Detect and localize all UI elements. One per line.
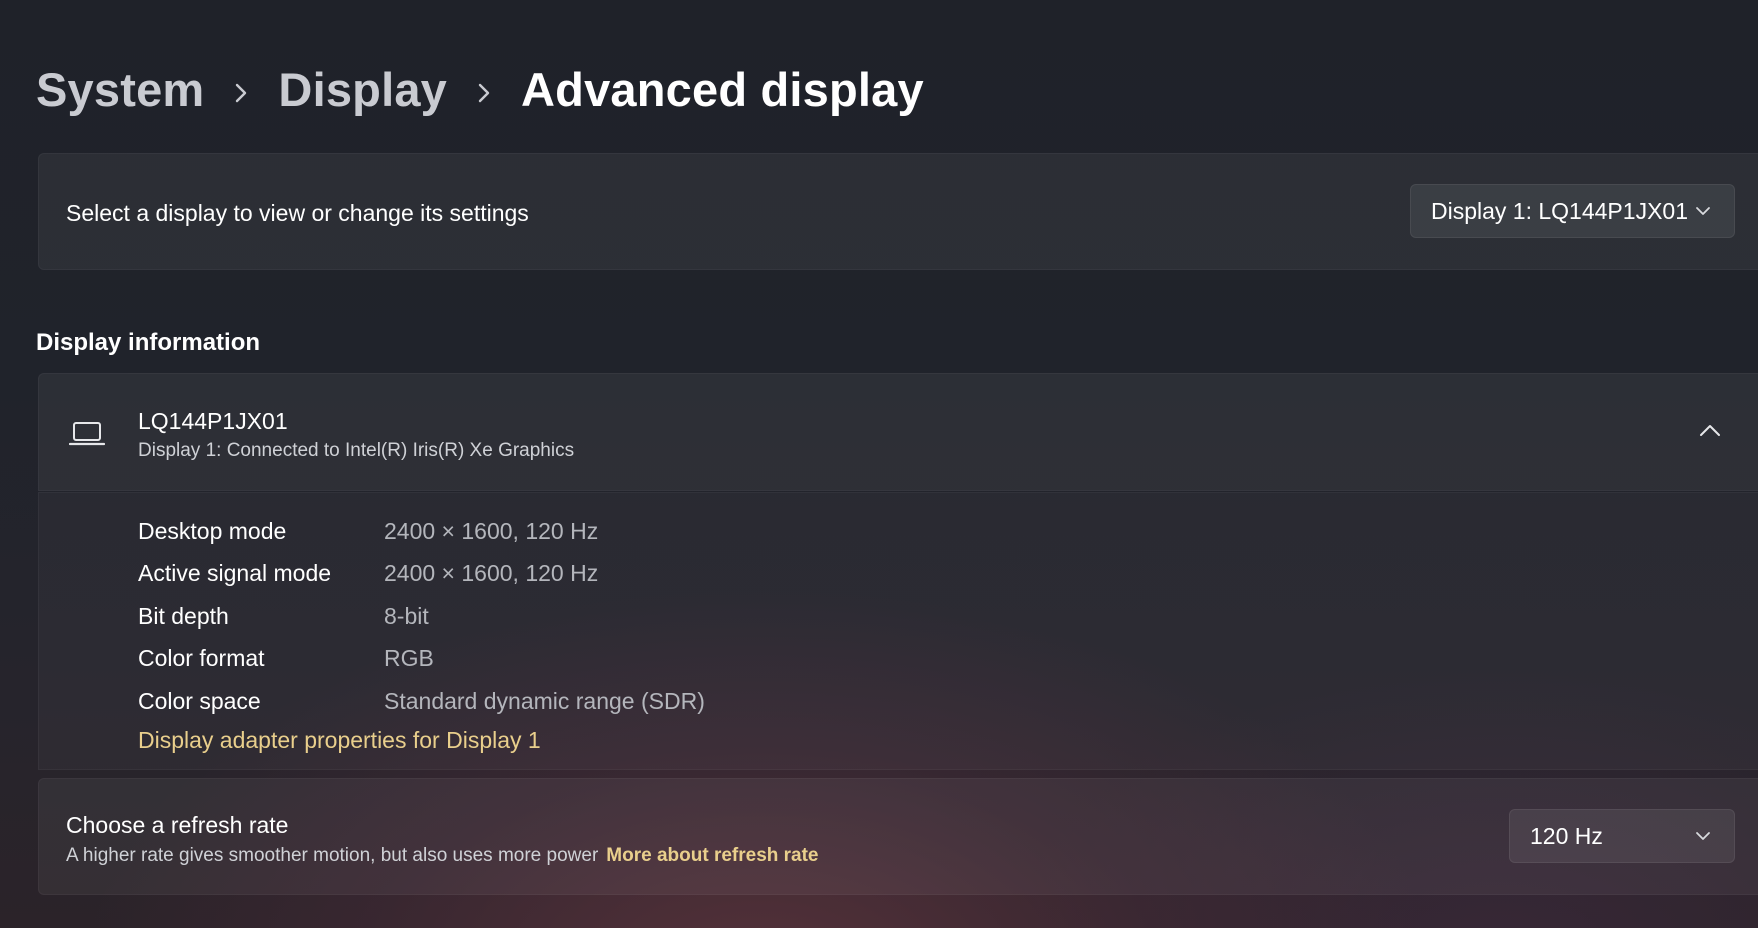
display-connection: Display 1: Connected to Intel(R) Iris(R)… [138,440,575,461]
chevron-right-icon [204,62,278,117]
info-value: 8-bit [384,603,429,629]
chevron-down-icon [1696,207,1710,215]
info-value: 2400 × 1600, 120 Hz [384,560,599,586]
laptop-icon [69,422,105,446]
refresh-rate-description-line: A higher rate gives smoother motion, but… [66,845,819,867]
display-information-heading: Display information [36,329,261,356]
info-key: Active signal mode [138,560,332,586]
info-value: Standard dynamic range (SDR) [384,688,705,714]
display-adapter-properties-link[interactable]: Display adapter properties for Display 1 [138,727,541,754]
refresh-rate-dropdown[interactable]: 120 Hz [1509,809,1735,863]
info-value: RGB [384,645,434,671]
info-key: Color space [138,688,261,714]
info-key: Bit depth [138,603,229,629]
breadcrumb: System Display Advanced display [36,54,924,124]
info-value: 2400 × 1600, 120 Hz [384,518,599,544]
chevron-right-icon [447,62,521,117]
display-information-header[interactable]: LQ144P1JX01 Display 1: Connected to Inte… [38,373,1758,491]
display-select-value: Display 1: LQ144P1JX01 [1431,197,1688,224]
refresh-rate-title: Choose a refresh rate [66,812,289,838]
refresh-rate-description: A higher rate gives smoother motion, but… [66,845,599,866]
display-information-details: Desktop mode 2400 × 1600, 120 Hz Active … [38,492,1758,770]
refresh-rate-card: Choose a refresh rate A higher rate give… [38,778,1758,895]
breadcrumb-system[interactable]: System [36,62,204,117]
display-select-card: Select a display to view or change its s… [38,153,1758,270]
display-select-dropdown[interactable]: Display 1: LQ144P1JX01 [1410,184,1735,238]
info-key: Color format [138,645,265,671]
refresh-rate-value: 120 Hz [1530,822,1603,849]
display-name: LQ144P1JX01 [138,408,288,434]
chevron-up-icon[interactable] [1699,423,1721,437]
chevron-down-icon [1696,832,1710,840]
page-title: Advanced display [521,62,924,116]
refresh-rate-learn-more-link[interactable]: More about refresh rate [606,845,818,866]
breadcrumb-display[interactable]: Display [278,62,447,117]
display-select-label: Select a display to view or change its s… [66,200,529,226]
info-key: Desktop mode [138,518,287,544]
